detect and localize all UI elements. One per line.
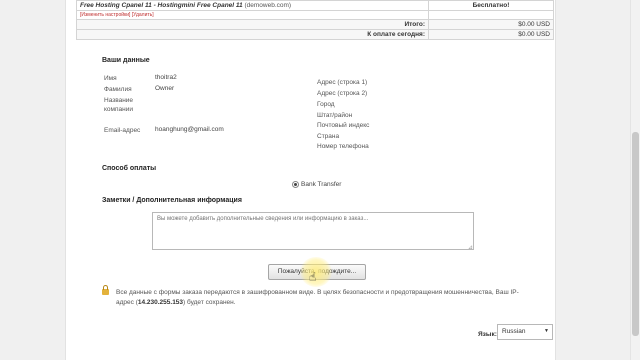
total-label: Итого: (76, 19, 429, 30)
email-value: hoanghung@gmail.com (155, 126, 224, 133)
due-today-value: $0.00 USD (428, 29, 554, 40)
company-label-line2: компании (104, 106, 133, 113)
language-selected: Russian (502, 328, 526, 335)
address2-label: Адрес (строка 2) (317, 90, 368, 97)
product-domain: (demoweb.com) (244, 2, 292, 9)
product-cell: Free Hosting Cpanel 11 - Hostingmini Fre… (76, 0, 429, 11)
first-name-value: thoitra2 (155, 74, 177, 81)
ip-address: 14.230.255.153 (137, 299, 184, 306)
postcode-label: Почтовый индекс (317, 122, 370, 129)
remove-link[interactable]: [Удалить] (132, 12, 154, 18)
resize-grip-icon[interactable]: ⊿ (468, 244, 473, 251)
address1-label: Адрес (строка 1) (317, 79, 368, 86)
total-value: $0.00 USD (428, 19, 554, 30)
table-row: [Изменить настройки] [Удалить] (76, 10, 554, 20)
order-summary-table: Free Hosting Cpanel 11 - Hostingmini Fre… (76, 0, 554, 40)
language-select[interactable]: Russian ▼ (497, 324, 553, 340)
language-label: Язык: (478, 331, 497, 338)
edit-config-link[interactable]: [Изменить настройки] (80, 12, 130, 18)
product-actions: [Изменить настройки] [Удалить] (76, 10, 429, 20)
table-row: К оплате сегодня: $0.00 USD (76, 29, 554, 40)
product-name: Free Hosting Cpanel 11 - Hostingmini Fre… (80, 2, 243, 9)
city-label: Город (317, 101, 335, 108)
hand-pointer-icon: ☝ (309, 270, 317, 284)
last-name-label: Фамилия (104, 86, 132, 93)
notes-title: Заметки / Дополнительная информация (102, 197, 242, 204)
payment-method-title: Способ оплаты (102, 165, 157, 172)
due-today-label: К оплате сегодня: (76, 29, 429, 40)
product-price: Бесплатно! (428, 0, 554, 11)
notes-textarea[interactable] (152, 212, 474, 250)
last-name-value: Owner (155, 85, 175, 92)
company-label-line1: Название (104, 97, 134, 104)
chevron-down-icon: ▼ (544, 328, 549, 334)
security-notice: Все данные с формы заказа передаются в з… (116, 288, 536, 308)
payment-method-label[interactable]: Bank Transfer (301, 181, 341, 188)
country-label: Страна (317, 133, 340, 140)
state-label: Штат/район (317, 112, 353, 119)
email-label: Email-адрес (104, 127, 141, 134)
empty-cell (428, 10, 554, 20)
scrollbar[interactable] (630, 0, 640, 360)
security-text-after: ) будет сохранен. (183, 299, 236, 306)
table-row: Итого: $0.00 USD (76, 19, 554, 30)
table-row: Free Hosting Cpanel 11 - Hostingmini Fre… (76, 0, 554, 11)
phone-label: Номер телефона (317, 143, 369, 150)
lock-icon (102, 285, 109, 295)
your-details-title: Ваши данные (102, 57, 150, 64)
radio-selected-icon[interactable] (292, 181, 299, 188)
first-name-label: Имя (104, 75, 117, 82)
scroll-thumb[interactable] (632, 132, 639, 336)
